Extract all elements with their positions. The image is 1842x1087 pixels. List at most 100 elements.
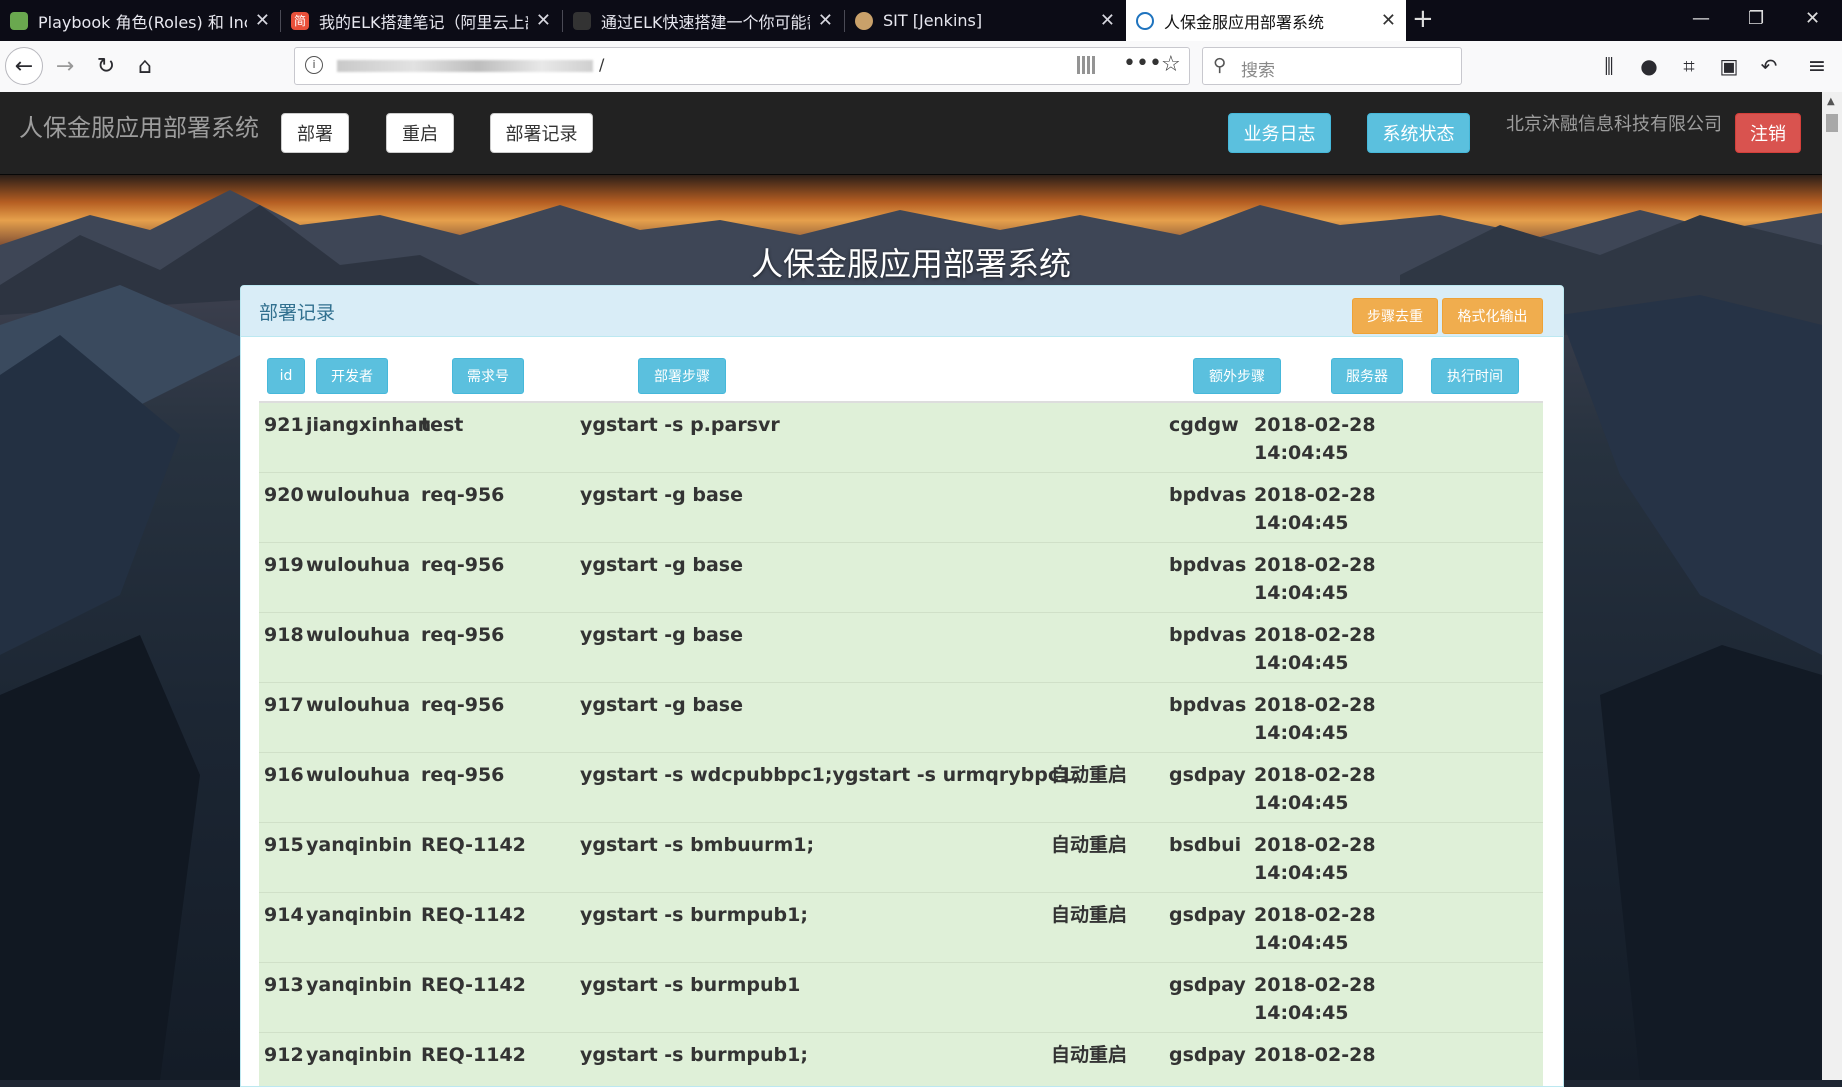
- cell-extra-steps: 自动重启: [1051, 904, 1128, 926]
- browser-tab-jenkins[interactable]: SIT [Jenkins] ✕: [845, 0, 1125, 41]
- close-icon[interactable]: ✕: [818, 10, 833, 31]
- column-exec-time[interactable]: 执行时间: [1431, 358, 1519, 394]
- cell-requirement: REQ-1142: [421, 834, 526, 856]
- tab-title: 我的ELK搭建笔记（阿里云上部: [319, 12, 528, 32]
- table-row: 920 wulouhua req-956 ygstart -g base bpdvas 2…: [259, 473, 1543, 543]
- cell-id: 913: [264, 974, 304, 996]
- cell-exec-time: 2018-02-28 14:04:45: [1254, 624, 1376, 674]
- dedupe-steps-button[interactable]: 步骤去重: [1352, 298, 1438, 334]
- search-placeholder: 搜索: [1241, 61, 1275, 81]
- cell-exec-time: 2018-02-28 14:04:45: [1254, 554, 1376, 604]
- cell-developer: wulouhua: [306, 624, 411, 646]
- cell-developer: yanqinbin: [306, 1044, 413, 1066]
- cell-developer: wulouhua: [306, 554, 411, 576]
- loading-favicon-icon: [1136, 11, 1154, 30]
- reload-icon[interactable]: ↻: [89, 49, 123, 83]
- scrollbar-thumb[interactable]: [1826, 114, 1838, 132]
- cell-deploy-steps: ygstart -s burmpub1;: [580, 1044, 808, 1066]
- close-icon[interactable]: ✕: [1100, 10, 1115, 31]
- cell-server: bpdvas: [1169, 624, 1247, 646]
- undo-icon[interactable]: ↶: [1752, 49, 1786, 83]
- browser-tab-elk-notes[interactable]: 简 我的ELK搭建笔记（阿里云上部 ✕: [281, 0, 561, 41]
- cell-server: cgdgw: [1169, 414, 1239, 436]
- cell-requirement: REQ-1142: [421, 974, 526, 996]
- cell-id: 912: [264, 1044, 304, 1066]
- business-log-button[interactable]: 业务日志: [1228, 113, 1331, 153]
- cell-deploy-steps: ygstart -s burmpub1;: [580, 904, 808, 926]
- cell-extra-steps: 自动重启: [1051, 834, 1128, 856]
- bookmark-star-icon[interactable]: ☆: [1161, 52, 1181, 77]
- search-icon: ⚲: [1213, 55, 1227, 76]
- tab-title: 通过ELK快速搭建一个你可能需: [601, 12, 810, 32]
- table-row: 919 wulouhua req-956 ygstart -g base bpdvas 2…: [259, 543, 1543, 613]
- window-close-icon[interactable]: ✕: [1805, 8, 1820, 29]
- more-actions-icon[interactable]: •••: [1123, 51, 1162, 76]
- cell-deploy-steps: ygstart -g base: [580, 694, 743, 716]
- cell-exec-time: 2018-02-28: [1254, 1044, 1376, 1066]
- column-server[interactable]: 服务器: [1331, 358, 1403, 394]
- table-row: 912 yanqinbin REQ-1142 ygstart -s burmpub1;…: [259, 1033, 1543, 1086]
- column-extra-steps[interactable]: 额外步骤: [1193, 358, 1281, 394]
- cell-developer: wulouhua: [306, 694, 411, 716]
- close-icon[interactable]: ✕: [536, 10, 551, 31]
- table-row: 921 jiangxinhan test ygstart -s p.parsvr cgd…: [259, 403, 1543, 473]
- cell-server: bpdvas: [1169, 484, 1247, 506]
- cell-server: gsdpay: [1169, 974, 1246, 996]
- tab-title: Playbook 角色(Roles) 和 Inclu: [38, 12, 247, 32]
- page-scrollbar[interactable]: ▲: [1822, 92, 1842, 1080]
- format-output-button[interactable]: 格式化输出: [1442, 298, 1543, 334]
- cell-requirement: req-956: [421, 554, 505, 576]
- cell-exec-time: 2018-02-28 14:04:45: [1254, 974, 1376, 1024]
- brand-title[interactable]: 人保金服应用部署系统: [19, 108, 259, 143]
- cell-id: 921: [264, 414, 304, 436]
- info-icon[interactable]: i: [305, 56, 323, 74]
- restart-button[interactable]: 重启: [386, 113, 454, 153]
- cell-developer: wulouhua: [306, 484, 411, 506]
- hero-title: 人保金服应用部署系统: [750, 245, 1071, 283]
- close-icon[interactable]: ✕: [255, 10, 270, 31]
- scroll-up-icon[interactable]: ▲: [1827, 96, 1835, 107]
- panel-header: 部署记录 步骤去重 格式化输出: [241, 286, 1563, 337]
- column-id[interactable]: id: [267, 358, 305, 394]
- browser-tab-playbook[interactable]: Playbook 角色(Roles) 和 Inclu ✕: [0, 0, 280, 41]
- column-deploy-steps[interactable]: 部署步骤: [638, 358, 726, 394]
- cell-id: 917: [264, 694, 304, 716]
- table-row: 918 wulouhua req-956 ygstart -g base bpdvas 2…: [259, 613, 1543, 683]
- crop-icon[interactable]: ⌗: [1672, 49, 1706, 83]
- qr-code-icon[interactable]: [1077, 56, 1095, 74]
- deploy-records-button[interactable]: 部署记录: [490, 113, 593, 153]
- deploy-records-panel: 部署记录 步骤去重 格式化输出 id 开发者 需求号 部署步骤 额外步骤 服务器…: [240, 285, 1564, 1087]
- logout-button[interactable]: 注销: [1735, 113, 1801, 153]
- address-bar[interactable]: i / ••• ☆: [294, 47, 1190, 85]
- cell-requirement: req-956: [421, 624, 505, 646]
- new-tab-icon[interactable]: +: [1412, 4, 1434, 34]
- system-status-button[interactable]: 系统状态: [1367, 113, 1470, 153]
- column-developer[interactable]: 开发者: [316, 358, 388, 394]
- deploy-button[interactable]: 部署: [281, 113, 349, 153]
- table-row: 917 wulouhua req-956 ygstart -g base bpdvas 2…: [259, 683, 1543, 753]
- tab-title: 人保金服应用部署系统: [1164, 12, 1325, 32]
- cell-server: bsdbui: [1169, 834, 1242, 856]
- tab-title: SIT [Jenkins]: [883, 11, 983, 30]
- home-icon[interactable]: ⌂: [128, 49, 162, 83]
- browser-tab-elk-guide[interactable]: 通过ELK快速搭建一个你可能需 ✕: [563, 0, 843, 41]
- jenkins-favicon-icon: [855, 11, 873, 30]
- back-arrow-icon[interactable]: ←: [5, 47, 43, 85]
- browser-tab-deploy-system[interactable]: 人保金服应用部署系统 ✕: [1126, 0, 1406, 41]
- restore-icon[interactable]: ❐: [1748, 8, 1764, 29]
- chat-icon[interactable]: ●: [1632, 49, 1666, 83]
- cell-requirement: REQ-1142: [421, 904, 526, 926]
- table-row: 913 yanqinbin REQ-1142 ygstart -s burmpub1 g…: [259, 963, 1543, 1033]
- minimize-icon[interactable]: —: [1692, 8, 1710, 29]
- jianshu-favicon-icon: 简: [291, 11, 309, 30]
- close-icon[interactable]: ✕: [1381, 10, 1396, 31]
- search-box[interactable]: ⚲ 搜索: [1202, 47, 1462, 85]
- cell-id: 915: [264, 834, 304, 856]
- menu-icon[interactable]: ≡: [1800, 49, 1834, 83]
- cell-requirement: test: [421, 414, 464, 436]
- forward-arrow-icon[interactable]: →: [48, 49, 82, 83]
- sidebar-icon[interactable]: ▣: [1712, 49, 1746, 83]
- library-icon[interactable]: ⫼: [1592, 49, 1626, 83]
- browser-tab-strip: Playbook 角色(Roles) 和 Inclu ✕ 简 我的ELK搭建笔记…: [0, 0, 1842, 41]
- column-requirement[interactable]: 需求号: [452, 358, 524, 394]
